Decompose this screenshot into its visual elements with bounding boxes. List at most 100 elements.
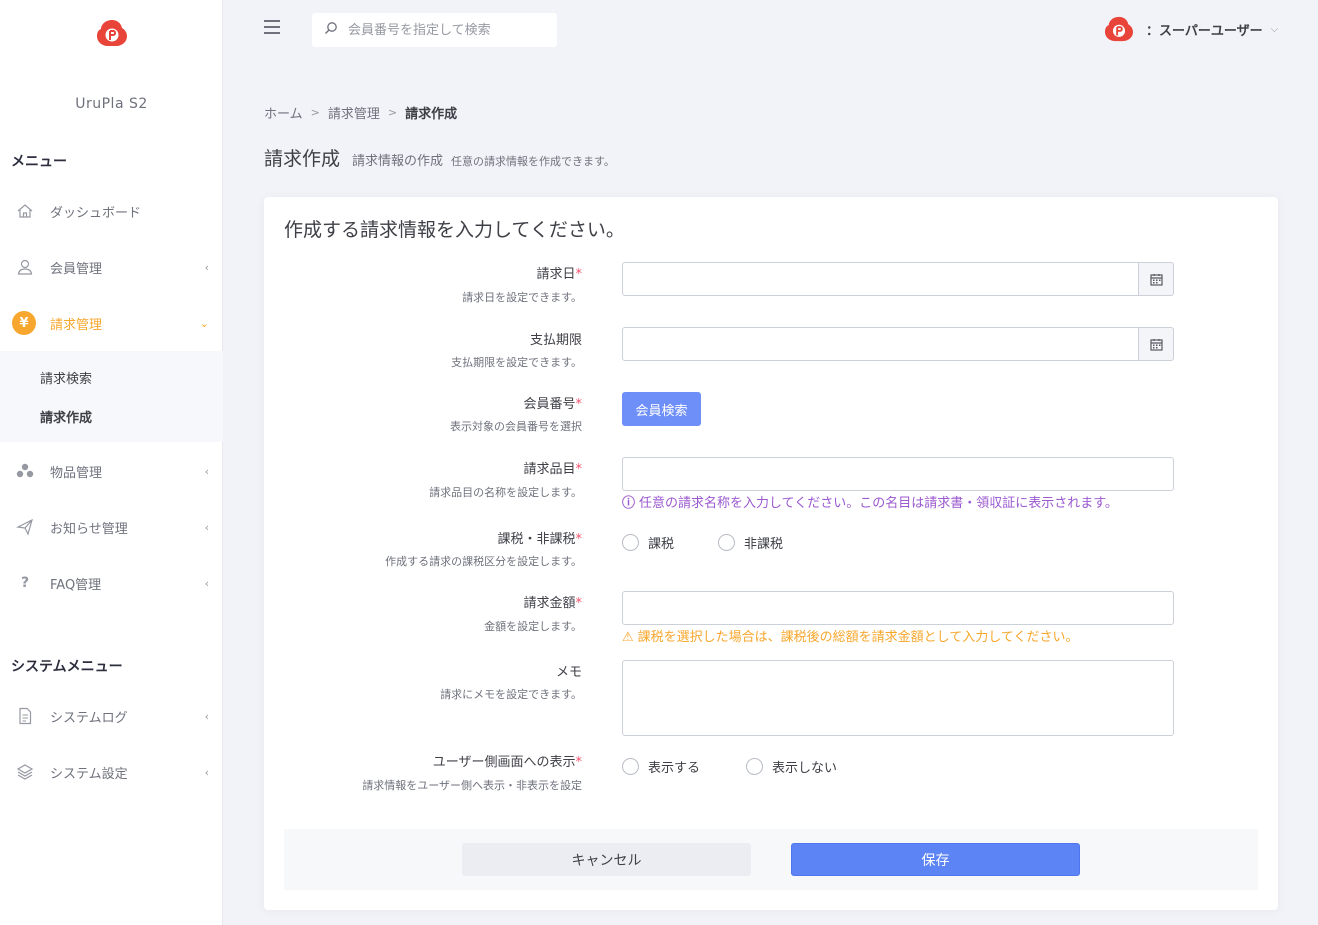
search-box: [312, 13, 557, 47]
sidebar-item-label: ダッシュボード: [50, 205, 142, 221]
menu-section-title: メニュー: [11, 154, 67, 170]
radio-circle: [622, 758, 639, 775]
breadcrumb-current: 請求作成: [405, 107, 458, 122]
sidebar-item-faq[interactable]: ? FAQ管理 ‹: [0, 563, 223, 603]
sidebar-item-label: FAQ管理: [50, 577, 102, 593]
amount-input[interactable]: [622, 591, 1174, 625]
warning-icon: ⚠: [622, 630, 634, 645]
sidebar-item-dashboard[interactable]: ダッシュボード: [0, 191, 223, 231]
visibility-radio-show[interactable]: 表示する: [622, 757, 700, 776]
system-section-title: システムメニュー: [11, 659, 123, 675]
sidebar-item-label: 会員管理: [50, 261, 103, 277]
sidebar-item-billing[interactable]: ¥ 請求管理 ⌄: [0, 303, 223, 343]
user-icon: [14, 256, 36, 278]
memo-textarea[interactable]: [622, 660, 1174, 736]
tax-radio-non-taxable[interactable]: 非課税: [718, 533, 783, 552]
item-hint: ⓘ 任意の請求名称を入力してください。この名目は請求書・領収証に表示されます。: [622, 496, 1118, 511]
paper-plane-icon: [14, 516, 36, 538]
form-actions: キャンセル 保存: [284, 829, 1258, 890]
user-menu[interactable]: ：スーパーユーザー ⌵: [1104, 14, 1278, 44]
item-input[interactable]: [622, 457, 1174, 491]
chevron-left-icon: ‹: [204, 765, 209, 779]
sidebar-item-notices[interactable]: お知らせ管理 ‹: [0, 507, 223, 547]
sidebar-item-goods[interactable]: 物品管理 ‹: [0, 451, 223, 491]
chevron-left-icon: ‹: [204, 520, 209, 534]
form-card: 作成する請求情報を入力してください。 請求日* 請求日を設定できます。 支払期限…: [264, 197, 1278, 910]
page-description: 任意の請求情報を作成できます。: [451, 155, 615, 168]
due-date-help: 支払期限を設定できます。: [451, 356, 582, 369]
memo-label: メモ: [555, 665, 582, 680]
chevron-down-icon: ⌄: [199, 316, 209, 330]
member-number-help: 表示対象の会員番号を選択: [450, 420, 582, 433]
submenu-item-billing-create[interactable]: 請求作成: [40, 407, 92, 426]
amount-hint: ⚠ 課税を選択した場合は、課税後の総額を請求金額として入力してください。: [622, 630, 1079, 645]
sidebar-item-label: お知らせ管理: [50, 521, 128, 537]
sidebar-item-members[interactable]: 会員管理 ‹: [0, 247, 223, 287]
billing-submenu: 請求検索 請求作成: [0, 351, 223, 442]
search-input[interactable]: [348, 19, 548, 41]
chevron-left-icon: ‹: [204, 260, 209, 274]
radio-circle: [746, 758, 763, 775]
chevron-left-icon: ‹: [204, 464, 209, 478]
invoice-date-calendar-button[interactable]: [1138, 262, 1174, 296]
page-subtitle: 請求情報の作成: [352, 154, 444, 169]
yen-icon: ¥: [12, 311, 36, 335]
home-icon: [14, 200, 36, 222]
breadcrumb-separator: >: [310, 106, 320, 119]
breadcrumb-home[interactable]: ホーム: [264, 103, 303, 122]
amount-help: 金額を設定します。: [484, 620, 582, 633]
app-name: UruPla S2: [75, 96, 148, 112]
sidebar: UruPla S2 メニュー ダッシュボード 会員管理 ‹ ¥ 請求管理 ⌄ 請…: [0, 0, 223, 925]
cancel-button[interactable]: キャンセル: [462, 843, 751, 876]
sidebar-item-label: 物品管理: [50, 465, 103, 481]
item-label: 請求品目*: [523, 462, 582, 477]
sidebar-item-label: システム設定: [50, 766, 128, 782]
info-icon: ⓘ: [622, 496, 636, 511]
avatar: [1105, 16, 1133, 42]
search-icon: [324, 21, 338, 39]
radio-circle: [718, 534, 735, 551]
tax-label: 課税・非課税*: [497, 532, 582, 547]
radio-circle: [622, 534, 639, 551]
sidebar-item-label: システムログ: [50, 710, 128, 726]
user-name: ：スーパーユーザー: [1146, 23, 1263, 39]
visibility-label: ユーザー側画面への表示*: [432, 755, 582, 770]
tax-radio-taxable[interactable]: 課税: [622, 533, 674, 552]
member-search-button[interactable]: 会員検索: [622, 392, 701, 426]
invoice-date-label: 請求日*: [536, 267, 582, 282]
boxes-icon: [14, 460, 36, 482]
breadcrumb-separator: >: [387, 106, 398, 119]
layers-icon: [14, 761, 36, 783]
hamburger-menu-icon[interactable]: [264, 20, 282, 36]
question-icon: ?: [20, 575, 30, 591]
amount-label: 請求金額*: [523, 596, 582, 611]
sidebar-item-label: 請求管理: [50, 317, 103, 333]
invoice-date-help: 請求日を設定できます。: [462, 291, 582, 304]
sidebar-item-system-settings[interactable]: システム設定 ‹: [0, 752, 223, 792]
chevron-left-icon: ‹: [204, 576, 209, 590]
calendar-icon: [1149, 338, 1163, 351]
member-number-label: 会員番号*: [523, 397, 582, 412]
chevron-down-icon: ⌵: [1270, 23, 1279, 35]
app-logo-icon[interactable]: [96, 18, 128, 48]
submenu-item-billing-search[interactable]: 請求検索: [40, 368, 92, 387]
memo-help: 請求にメモを設定できます。: [440, 688, 582, 701]
item-help: 請求品目の名称を設定します。: [429, 486, 582, 499]
breadcrumb: ホーム > 請求管理 > 請求作成: [264, 103, 457, 122]
sidebar-item-system-log[interactable]: システムログ ‹: [0, 696, 223, 736]
chevron-left-icon: ‹: [204, 709, 209, 723]
tax-help: 作成する請求の課税区分を設定します。: [385, 555, 582, 568]
breadcrumb-billing[interactable]: 請求管理: [328, 103, 380, 122]
page-header: 請求作成 請求情報の作成 任意の請求情報を作成できます。: [264, 144, 615, 171]
form-heading: 作成する請求情報を入力してください。: [284, 219, 625, 241]
due-date-input[interactable]: [622, 327, 1139, 361]
document-icon: [14, 705, 36, 727]
page-title: 請求作成: [264, 148, 341, 170]
visibility-radio-hide[interactable]: 表示しない: [746, 757, 837, 776]
calendar-icon: [1149, 273, 1163, 286]
invoice-date-input[interactable]: [622, 262, 1139, 296]
due-date-label: 支払期限: [529, 333, 582, 348]
save-button[interactable]: 保存: [791, 843, 1080, 876]
due-date-calendar-button[interactable]: [1138, 327, 1174, 361]
visibility-help: 請求情報をユーザー側へ表示・非表示を設定: [362, 779, 582, 792]
